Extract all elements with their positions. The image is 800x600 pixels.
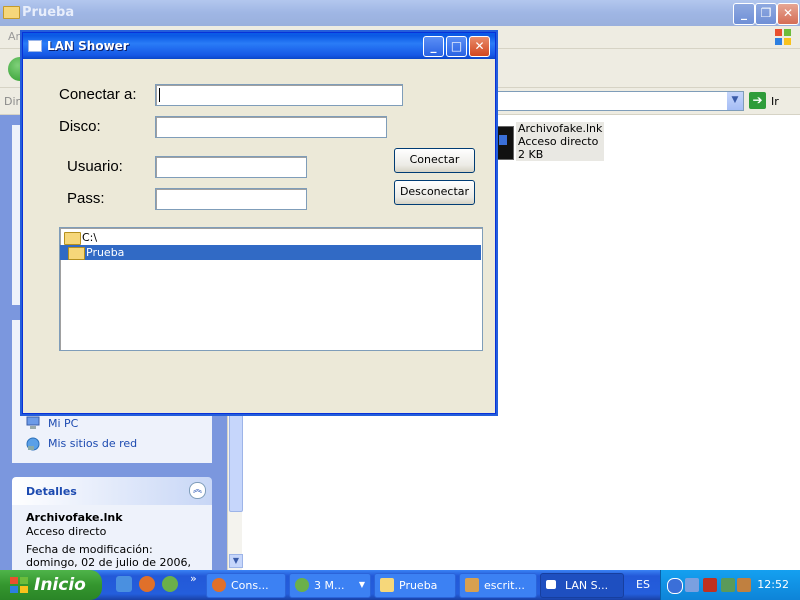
dialog-title: LAN Shower: [47, 39, 129, 53]
firefox-quicklaunch-icon[interactable]: [139, 576, 155, 592]
place-mi-pc[interactable]: Mi PC: [48, 417, 78, 430]
taskbar-button-label: 3 M...: [314, 579, 345, 592]
file-name: Archivofake.lnk: [518, 122, 603, 135]
tree-item[interactable]: C:\: [62, 230, 262, 245]
go-button[interactable]: Ir: [771, 95, 779, 108]
taskbar-button-prueba[interactable]: Prueba: [374, 573, 456, 598]
user-label: Usuario:: [67, 158, 123, 175]
network-places-icon: [26, 437, 40, 451]
open-folder-icon: [68, 247, 85, 260]
disconnect-button[interactable]: Desconectar: [394, 180, 475, 205]
windows-logo-icon: [775, 29, 791, 45]
explorer-titlebar[interactable]: Prueba _ ❐ ✕: [0, 0, 800, 26]
chevron-left-icon[interactable]: [667, 578, 683, 594]
file-label: Archivofake.lnk Acceso directo 2 KB: [516, 122, 605, 161]
tree-item-label: C:\: [82, 231, 98, 244]
close-icon[interactable]: ✕: [469, 36, 490, 57]
group-dropdown-icon: ▼: [358, 580, 365, 589]
monitor-icon[interactable]: [703, 578, 717, 592]
connect-button[interactable]: Conectar: [394, 148, 475, 173]
folder-tree[interactable]: C:\ Prueba: [59, 227, 483, 351]
users-icon[interactable]: [721, 578, 735, 592]
minimize-icon[interactable]: _: [423, 36, 444, 57]
pass-label: Pass:: [67, 190, 105, 207]
folder-icon: [3, 6, 20, 19]
go-arrow-icon[interactable]: ➔: [749, 92, 766, 109]
details-filename: Archivofake.lnk: [26, 511, 123, 524]
taskbar-button-lan-shower[interactable]: LAN S...: [540, 573, 624, 598]
folder-icon: [64, 232, 81, 245]
scrollbar-thumb[interactable]: [229, 410, 243, 512]
shortcut-file-icon: [494, 126, 514, 160]
app-icon: [465, 578, 479, 592]
minimize-icon[interactable]: _: [733, 3, 755, 25]
tree-item-selected[interactable]: Prueba: [60, 245, 481, 260]
folder-icon: [380, 578, 394, 592]
language-indicator[interactable]: ES: [636, 578, 650, 591]
close-icon[interactable]: ✕: [777, 3, 799, 25]
pass-input[interactable]: [155, 188, 307, 210]
details-filetype: Acceso directo: [26, 525, 107, 538]
taskbar-button-label: LAN S...: [565, 579, 609, 592]
taskbar-button-firefox[interactable]: Cons...: [206, 573, 286, 598]
disk-input[interactable]: [155, 116, 387, 138]
connect-to-input[interactable]: [155, 84, 403, 106]
system-tray: 12:52: [660, 570, 800, 600]
file-size: 2 KB: [518, 148, 544, 161]
start-button[interactable]: Inicio: [0, 570, 102, 600]
app-window-icon: [546, 580, 556, 589]
address-input[interactable]: ▼: [490, 91, 744, 111]
chevron-down-icon[interactable]: ▼: [727, 92, 743, 110]
start-label: Inicio: [34, 575, 86, 595]
ie-quicklaunch-icon[interactable]: [116, 576, 132, 592]
details-body: Archivofake.lnk Acceso directo Fecha de …: [12, 505, 212, 570]
restore-icon[interactable]: ❐: [755, 3, 777, 25]
clock: 12:52: [757, 578, 789, 591]
messenger-icon: [295, 578, 309, 592]
taskbar-button-messenger[interactable]: 3 M... ▼: [289, 573, 371, 598]
volume-icon[interactable]: [737, 578, 751, 592]
maximize-icon[interactable]: □: [446, 36, 467, 57]
dialog-titlebar[interactable]: LAN Shower _ □ ✕: [23, 33, 495, 59]
details-title: Detalles: [26, 485, 77, 498]
scroll-down-icon[interactable]: ▼: [229, 554, 243, 568]
place-mis-sitios-de-red[interactable]: Mis sitios de red: [48, 437, 137, 450]
user-input[interactable]: [155, 156, 307, 178]
lan-shower-dialog: LAN Shower _ □ ✕ Conectar a: Disco: Usua…: [22, 32, 496, 414]
disk-label: Disco:: [59, 118, 101, 135]
file-type: Acceso directo: [518, 135, 599, 148]
details-modified: Fecha de modificación: domingo, 02 de ju…: [26, 543, 192, 570]
network-icon[interactable]: [685, 578, 699, 592]
explorer-title: Prueba: [22, 5, 75, 20]
taskbar-button-escritorio[interactable]: escrit...: [459, 573, 537, 598]
details-header[interactable]: Detalles ︽: [12, 477, 212, 505]
file-item[interactable]: Archivofake.lnk Acceso directo 2 KB: [494, 122, 605, 162]
connect-to-label: Conectar a:: [59, 86, 137, 103]
chevron-up-icon[interactable]: ︽: [189, 482, 206, 499]
app-window-icon: [28, 40, 42, 52]
my-computer-icon: [26, 416, 40, 429]
taskbar-button-label: Cons...: [231, 579, 269, 592]
taskbar-button-label: Prueba: [399, 579, 438, 592]
firefox-icon: [212, 578, 226, 592]
tree-item-label: Prueba: [86, 246, 125, 259]
text-caret: [159, 88, 160, 102]
menu-archivo-partial[interactable]: Ar: [8, 30, 20, 43]
taskbar-button-label: escrit...: [484, 579, 525, 592]
windows-logo-icon: [10, 577, 28, 593]
messenger-quicklaunch-icon[interactable]: [162, 576, 178, 592]
quicklaunch-chevron[interactable]: »: [190, 572, 197, 585]
